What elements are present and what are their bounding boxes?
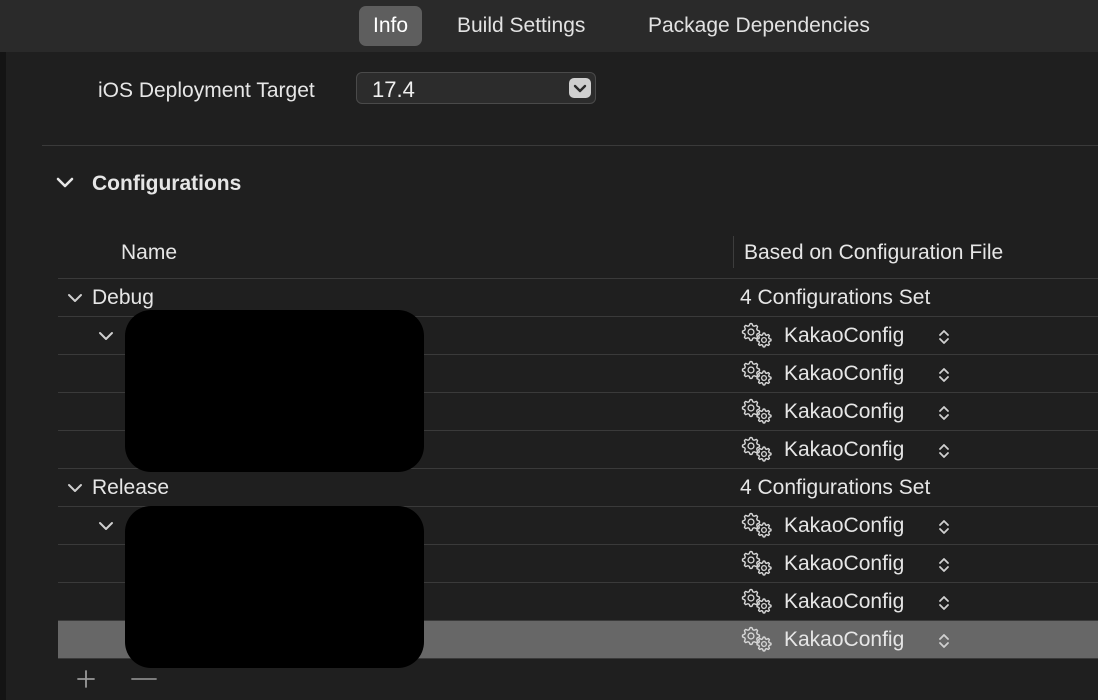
config-file-select[interactable]: KakaoConfig: [740, 586, 960, 618]
project-editor: Info Build Settings Package Dependencies…: [0, 0, 1098, 700]
gear-icon: [740, 626, 776, 654]
column-header-name[interactable]: Name: [121, 239, 177, 267]
config-file-select[interactable]: KakaoConfig: [740, 358, 960, 390]
chevron-down-icon[interactable]: [67, 291, 83, 303]
chevron-down-icon[interactable]: [569, 78, 591, 98]
deployment-target-label: iOS Deployment Target: [98, 79, 315, 102]
updown-chevron-icon[interactable]: [938, 632, 950, 650]
gear-icon: [740, 512, 776, 540]
gear-icon: [740, 360, 776, 388]
plus-icon[interactable]: [76, 669, 96, 689]
updown-chevron-icon[interactable]: [938, 442, 950, 460]
tab-build-settings[interactable]: Build Settings: [443, 6, 599, 46]
updown-chevron-icon[interactable]: [938, 518, 950, 536]
config-file-name: KakaoConfig: [784, 552, 905, 575]
redaction-box: [125, 310, 424, 472]
updown-chevron-icon[interactable]: [938, 556, 950, 574]
column-header-based-on[interactable]: Based on Configuration File: [744, 239, 1003, 267]
updown-chevron-icon[interactable]: [938, 328, 950, 346]
gear-icon: [740, 398, 776, 426]
configuration-summary: 4 Configurations Set: [740, 476, 931, 499]
chevron-down-icon[interactable]: [56, 176, 74, 190]
column-divider[interactable]: [733, 236, 734, 268]
config-file-name: KakaoConfig: [784, 590, 905, 613]
deployment-target-select[interactable]: 17.4: [356, 72, 596, 104]
deployment-target-value: 17.4: [372, 77, 415, 102]
configuration-name: Release: [92, 476, 170, 499]
configuration-summary: 4 Configurations Set: [740, 286, 931, 309]
tab-package-dependencies[interactable]: Package Dependencies: [634, 6, 884, 46]
gear-icon: [740, 322, 776, 350]
config-file-select[interactable]: KakaoConfig: [740, 510, 960, 542]
config-file-name: KakaoConfig: [784, 362, 905, 385]
config-file-select[interactable]: KakaoConfig: [740, 320, 960, 352]
config-file-select[interactable]: KakaoConfig: [740, 548, 960, 580]
configurations-title: Configurations: [92, 172, 242, 195]
config-file-select[interactable]: KakaoConfig: [740, 624, 960, 656]
config-file-name: KakaoConfig: [784, 438, 905, 461]
chevron-down-icon[interactable]: [67, 481, 83, 493]
chevron-down-icon[interactable]: [98, 329, 114, 341]
updown-chevron-icon[interactable]: [938, 594, 950, 612]
gear-icon: [740, 588, 776, 616]
minus-icon[interactable]: [130, 669, 158, 689]
chevron-down-icon[interactable]: [98, 519, 114, 531]
gear-icon: [740, 550, 776, 578]
tab-info[interactable]: Info: [359, 6, 423, 46]
config-file-name: KakaoConfig: [784, 400, 905, 423]
updown-chevron-icon[interactable]: [938, 366, 950, 384]
configuration-group-release[interactable]: Release 4 Configurations Set: [58, 469, 1098, 507]
config-file-name: KakaoConfig: [784, 514, 905, 537]
updown-chevron-icon[interactable]: [938, 404, 950, 422]
gear-icon: [740, 436, 776, 464]
config-file-name: KakaoConfig: [784, 628, 905, 651]
editor-tab-bar: Info Build Settings Package Dependencies: [0, 0, 1098, 52]
left-edge: [0, 52, 6, 700]
config-file-select[interactable]: KakaoConfig: [740, 434, 960, 466]
redaction-box: [125, 506, 424, 668]
config-file-name: KakaoConfig: [784, 324, 905, 347]
section-divider: [42, 145, 1098, 146]
config-file-select[interactable]: KakaoConfig: [740, 396, 960, 428]
